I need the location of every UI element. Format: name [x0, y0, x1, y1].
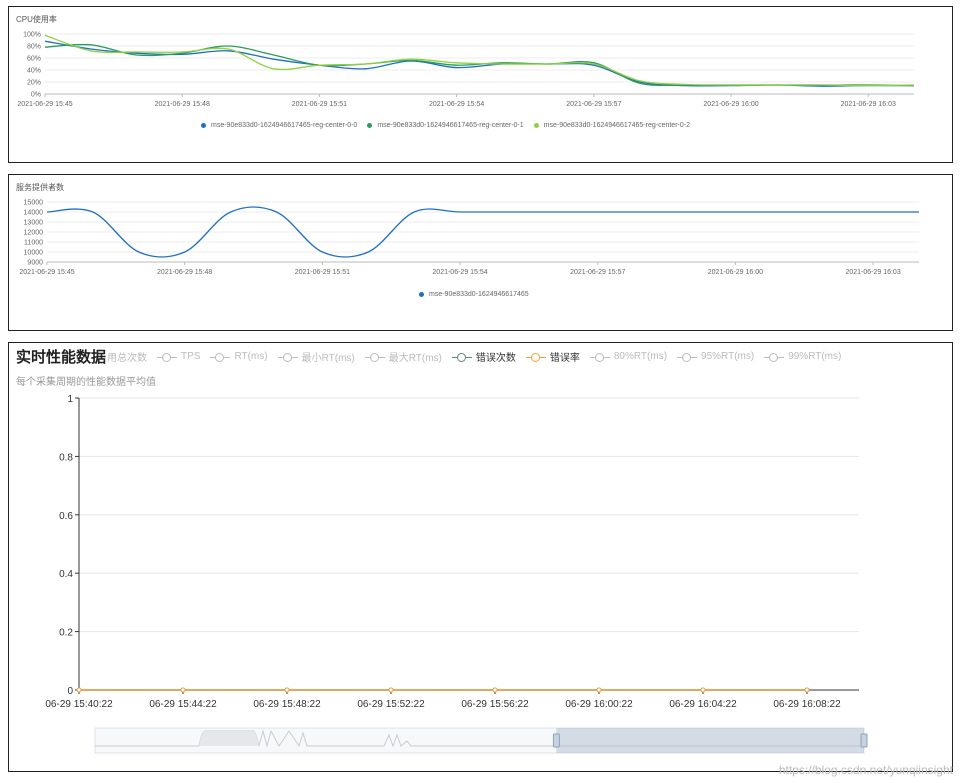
cpu-chart: 100% 80% 60% 40% 20% 0% 2021-06-29 15:45 2021-0…: [17, 32, 915, 108]
zoom-slider-handle[interactable]: [552, 733, 560, 748]
zoom-slider-window: [556, 728, 864, 753]
perf-x-tick-label: 06-29 15:48:22: [253, 699, 321, 710]
cpu-legend-item[interactable]: mse-90e833d0-1624946617465-reg-center-0-…: [533, 122, 690, 129]
perf-series-point: [804, 687, 810, 693]
provider-y-tick-label: 11000: [24, 240, 43, 247]
cpu-usage-panel: CPU使用率 100% 80% 60% 40% 20% 0% 2021-06-29 15:4…: [8, 6, 953, 163]
zoom-slider-handle[interactable]: [860, 733, 868, 748]
realtime-performance-panel: 实时性能数据 每个采集周期的性能数据平均值 用总次数 TPS RT(ms) 最小RT(…: [8, 342, 953, 772]
provider-y-tick-label: 13000: [24, 220, 44, 227]
provider-y-tick-label: 10000: [24, 250, 44, 257]
provider-x-tick-label: 2021-06-29 15:51: [295, 269, 350, 276]
provider-x-tick-label: 2021-06-29 15:54: [432, 269, 487, 276]
perf-x-tick-label: 06-29 15:44:22: [149, 699, 217, 710]
provider-y-tick-label: 14000: [24, 210, 44, 217]
perf-x-tick-label: 06-29 16:08:22: [773, 699, 841, 710]
provider-x-tick-label: 2021-06-29 16:00: [708, 269, 763, 276]
perf-series-point: [388, 687, 394, 693]
cpu-legend-label: mse-90e833d0-1624946617465-reg-center-0-…: [211, 122, 358, 129]
perf-series-point: [180, 687, 186, 693]
cpu-series-line: [44, 34, 915, 87]
perf-series-point: [596, 687, 602, 693]
provider-legend-dot: [419, 292, 424, 297]
zoom-slider-preview-area: [199, 731, 259, 746]
provider-legend-label: mse-90e833d0-1624946617465: [429, 291, 529, 298]
cpu-legend-dot: [367, 123, 373, 128]
perf-y-tick-label: 0: [67, 686, 73, 697]
provider-count-panel: 服务提供者数 15000 14000 13000 12000 11000 10000 900…: [8, 174, 953, 331]
provider-y-tick-label: 12000: [24, 230, 44, 237]
cpu-legend-dot: [533, 123, 539, 128]
provider-legend-item[interactable]: mse-90e833d0-1624946617465: [419, 291, 529, 298]
perf-series-point: [284, 687, 290, 693]
perf-x-tick-label: 06-29 16:00:22: [565, 699, 633, 710]
perf-series-point: [492, 687, 498, 693]
cpu-x-tick-label: 2021-06-29 16:00: [703, 101, 758, 108]
cpu-x-tick-label: 2021-06-29 15:54: [429, 101, 484, 108]
perf-y-tick-label: 0.6: [59, 511, 73, 522]
perf-chart: 1 0.8 0.6 0.4 0.2 0 06-29 15:40:22 06-29 15:44:…: [45, 394, 868, 754]
provider-x-tick-label: 2021-06-29 15:57: [570, 269, 625, 276]
cpu-y-tick-label: 80%: [27, 44, 41, 51]
perf-y-tick-label: 1: [67, 394, 73, 405]
perf-series-point: [76, 687, 82, 693]
cpu-series-line: [44, 43, 915, 87]
perf-y-tick-label: 0.8: [59, 452, 73, 463]
cpu-y-tick-label: 40%: [27, 68, 41, 75]
cpu-legend-item[interactable]: mse-90e833d0-1624946617465-reg-center-0-…: [367, 122, 524, 129]
cpu-y-tick-label: 20%: [27, 80, 41, 87]
cpu-y-tick-label: 100%: [23, 32, 41, 39]
provider-x-tick-label: 2021-06-29 15:45: [19, 269, 74, 276]
cpu-legend-label: mse-90e833d0-1624946617465-reg-center-0-…: [377, 122, 524, 129]
perf-x-tick-label: 06-29 15:56:22: [461, 699, 529, 710]
provider-x-tick-label: 2021-06-29 16:03: [845, 269, 900, 276]
provider-x-tick-label: 2021-06-29 15:48: [157, 269, 212, 276]
provider-y-tick-label: 9000: [27, 260, 43, 267]
provider-y-tick-label: 15000: [24, 200, 44, 207]
perf-y-tick-label: 0.4: [59, 569, 73, 580]
cpu-legend-item[interactable]: mse-90e833d0-1624946617465-reg-center-0-…: [201, 122, 357, 129]
cpu-x-tick-label: 2021-06-29 15:48: [155, 101, 210, 108]
cpu-legend-label: mse-90e833d0-1624946617465-reg-center-0-…: [543, 122, 690, 129]
watermark: https://blog.csdn.net/yunqiinsight: [778, 763, 953, 777]
provider-chart: 15000 14000 13000 12000 11000 10000 9000 2021-0…: [19, 200, 919, 276]
perf-series-point: [700, 687, 706, 693]
perf-x-tick-label: 06-29 15:40:22: [45, 699, 113, 710]
perf-x-tick-label: 06-29 15:52:22: [357, 699, 425, 710]
perf-y-tick-label: 0.2: [59, 628, 73, 639]
provider-legend[interactable]: mse-90e833d0-1624946617465: [419, 291, 529, 298]
cpu-x-tick-label: 2021-06-29 16:03: [841, 101, 896, 108]
cpu-y-tick-label: 0%: [31, 92, 41, 99]
cpu-y-tick-label: 60%: [27, 56, 41, 63]
cpu-legend-dot: [201, 123, 206, 128]
cpu-x-tick-label: 2021-06-29 15:51: [292, 101, 347, 108]
cpu-x-tick-label: 2021-06-29 15:57: [566, 101, 621, 108]
cpu-legend[interactable]: mse-90e833d0-1624946617465-reg-center-0-…: [201, 122, 690, 129]
cpu-x-tick-label: 2021-06-29 15:45: [17, 101, 72, 108]
perf-x-tick-label: 06-29 16:04:22: [669, 699, 737, 710]
